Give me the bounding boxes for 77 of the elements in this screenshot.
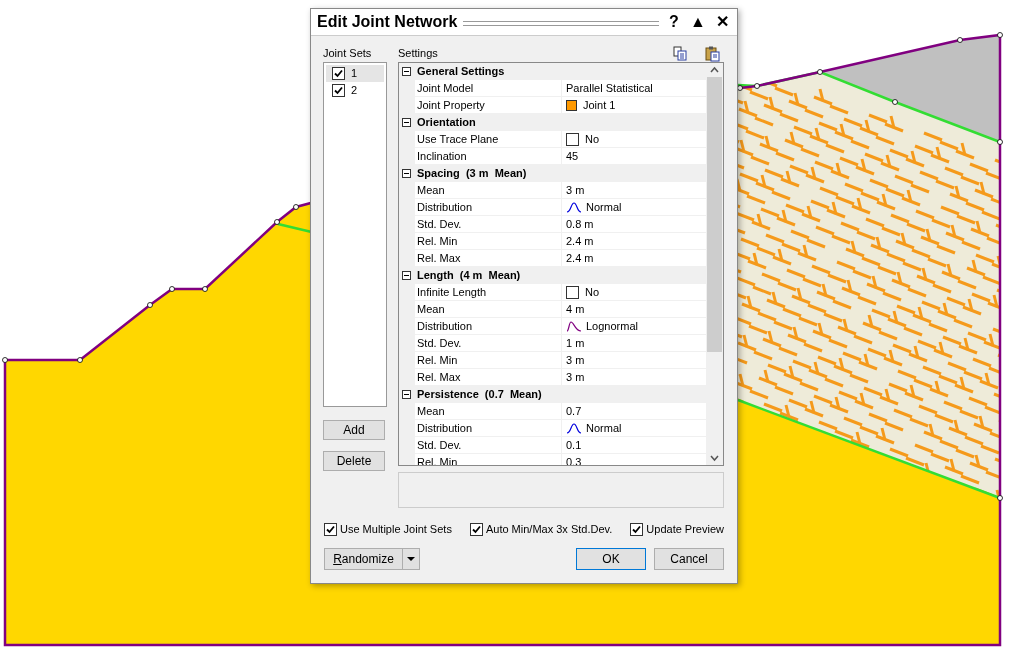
property-name: Joint Model	[415, 80, 562, 97]
property-value: 2.4 m	[566, 233, 594, 249]
bell-curve-icon	[566, 201, 582, 213]
checkbox[interactable]	[332, 67, 345, 80]
property-name: Mean	[415, 403, 562, 420]
checkbox[interactable]	[630, 522, 644, 536]
property-value: 3 m	[566, 182, 585, 198]
property-value: 0.7	[566, 403, 582, 419]
property-value: No	[585, 284, 600, 300]
option-label: Use Multiple Joint Sets	[340, 522, 452, 537]
property-name: Std. Dev.	[415, 437, 562, 454]
panel-label: Settings	[398, 46, 439, 62]
collapse-toggle[interactable]	[402, 169, 411, 178]
group-header: Persistence (0.7 Mean)	[416, 387, 542, 403]
property-value: No	[585, 131, 600, 147]
checkbox[interactable]	[566, 285, 579, 299]
randomize-split-button[interactable]: Randomize	[324, 547, 420, 570]
property-value: 0.8 m	[566, 216, 594, 232]
dialog-button[interactable]: Cancel	[654, 547, 724, 570]
property-name: Rel. Max	[415, 250, 562, 267]
dialog-button[interactable]: OK	[576, 547, 646, 570]
property-value: 1 m	[566, 335, 585, 351]
joint-set-item[interactable]: 1	[326, 65, 384, 82]
group-header: Length (4 m Mean)	[416, 268, 521, 284]
joint-set-item[interactable]: 2	[326, 82, 384, 99]
property-value: 3 m	[566, 352, 585, 368]
option-label: Auto Min/Max 3x Std.Dev.	[485, 522, 613, 537]
property-name: Inclination	[415, 148, 562, 165]
title-bar-button[interactable]: ?	[665, 14, 683, 30]
collapse-toggle[interactable]	[402, 390, 411, 399]
collapse-toggle[interactable]	[402, 271, 411, 280]
collapse-toggle[interactable]	[402, 118, 411, 127]
property-value: Joint 1	[583, 97, 616, 113]
scrollbar[interactable]	[706, 63, 723, 465]
checkbox[interactable]	[332, 84, 345, 97]
title-bar-button[interactable]: ✕	[713, 14, 731, 30]
property-name: Mean	[415, 182, 562, 199]
property-name: Distribution	[415, 199, 562, 216]
checkbox[interactable]	[324, 522, 337, 536]
property-name: Std. Dev.	[415, 216, 562, 233]
group-header: Orientation	[416, 115, 476, 131]
property-name: Mean	[415, 301, 562, 318]
property-name: Distribution	[415, 318, 562, 335]
property-name: Rel. Min	[415, 352, 562, 369]
property-name: Distribution	[415, 420, 562, 437]
property-value: 3 m	[566, 369, 585, 385]
window-title: Edit Joint Network	[317, 12, 458, 32]
property-name: Std. Dev.	[415, 335, 562, 352]
property-name: Infinite Length	[415, 284, 562, 301]
property-value: 45	[566, 148, 579, 164]
property-value: Normal	[586, 420, 622, 436]
property-name: Joint Property	[415, 97, 562, 114]
property-name: Use Trace Plane	[415, 131, 562, 148]
bell-curve-icon	[566, 422, 582, 434]
property-name: Rel. Min	[415, 454, 562, 465]
checkbox[interactable]	[566, 132, 579, 146]
property-value: 2.4 m	[566, 250, 594, 266]
property-name: Rel. Min	[415, 233, 562, 250]
property-value: Lognormal	[586, 318, 638, 334]
property-value: Normal	[586, 199, 622, 215]
property-value: 0.3	[566, 454, 582, 465]
paste-icon[interactable]	[705, 45, 720, 62]
property-name: Rel. Max	[415, 369, 562, 386]
property-value: Parallel Statistical	[566, 80, 653, 96]
option-label: Update Preview	[646, 522, 724, 537]
checkbox[interactable]	[469, 522, 483, 536]
group-header: Spacing (3 m Mean)	[416, 166, 527, 182]
list-action-button[interactable]: Delete	[323, 451, 385, 471]
group-header: General Settings	[416, 64, 505, 80]
list-action-button[interactable]: Add	[323, 420, 385, 440]
panel-label: Joint Sets	[323, 46, 373, 61]
copy-icon[interactable]	[673, 46, 687, 61]
skewed-curve-icon	[566, 320, 582, 332]
property-value: 0.1	[566, 437, 582, 453]
title-bar-button[interactable]: ▲	[689, 14, 707, 30]
collapse-toggle[interactable]	[402, 67, 411, 76]
property-value: 4 m	[566, 301, 585, 317]
